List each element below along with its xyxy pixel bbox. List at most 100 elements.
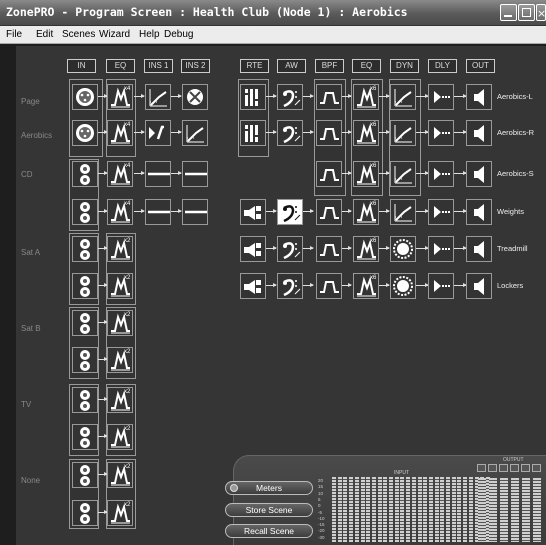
source-block[interactable]: [240, 236, 266, 262]
rca-block[interactable]: [72, 310, 98, 336]
speaker-block[interactable]: [466, 273, 492, 299]
output-select-button[interactable]: [510, 464, 519, 472]
bypass-line-block[interactable]: [145, 161, 171, 187]
delay-block[interactable]: [428, 84, 454, 110]
menu-file[interactable]: File: [6, 29, 22, 40]
bandpass-block[interactable]: [316, 273, 342, 299]
eq-curve-block[interactable]: x6: [353, 199, 379, 225]
output-select-button[interactable]: [532, 464, 541, 472]
bypass-line-block[interactable]: [145, 199, 171, 225]
eq-curve-block[interactable]: x6: [353, 161, 379, 187]
bandpass-block[interactable]: [316, 120, 342, 146]
speaker-block[interactable]: [466, 84, 492, 110]
rca-block[interactable]: [72, 347, 98, 373]
eq-curve-block[interactable]: x6: [353, 273, 379, 299]
menu-scenes[interactable]: Scenes: [62, 29, 95, 40]
output-select-button[interactable]: [488, 464, 497, 472]
delay-block[interactable]: [428, 161, 454, 187]
rca-block[interactable]: [72, 462, 98, 488]
meters-button[interactable]: Meters: [225, 481, 313, 495]
xlr-block[interactable]: [72, 84, 98, 110]
menu-wizard[interactable]: Wizard: [99, 29, 130, 40]
signal-arrow: [379, 246, 390, 250]
eq-curve-block[interactable]: x4: [107, 199, 133, 225]
bass-block[interactable]: [277, 120, 303, 146]
ducker-block[interactable]: [145, 120, 171, 146]
eq-band-count: x2: [124, 426, 131, 432]
maximize-button[interactable]: [518, 4, 535, 21]
rca-block[interactable]: [72, 161, 98, 187]
eq-curve-block[interactable]: x2: [107, 500, 133, 526]
rca-block[interactable]: [72, 500, 98, 526]
signal-arrow: [134, 171, 145, 175]
compressor-block[interactable]: [390, 161, 416, 187]
rca-block[interactable]: [72, 387, 98, 413]
rca-block[interactable]: [72, 199, 98, 225]
eq-curve-block[interactable]: x2: [107, 387, 133, 413]
bass-block[interactable]: [277, 236, 303, 262]
bass-block[interactable]: [277, 84, 303, 110]
eq-curve-block[interactable]: x2: [107, 462, 133, 488]
output-level-meter: [500, 478, 508, 542]
eq-curve-block[interactable]: x2: [107, 424, 133, 450]
rca-block[interactable]: [72, 236, 98, 262]
delay-block[interactable]: [428, 236, 454, 262]
speaker-block[interactable]: [466, 120, 492, 146]
eq-curve-block[interactable]: x2: [107, 273, 133, 299]
bandpass-block[interactable]: [316, 84, 342, 110]
store-scene-button[interactable]: Store Scene: [225, 503, 313, 517]
gate-block[interactable]: [390, 236, 416, 262]
bypass-line-block[interactable]: [182, 161, 208, 187]
delay-block[interactable]: [428, 273, 454, 299]
menu-debug[interactable]: Debug: [164, 29, 193, 40]
menu-edit[interactable]: Edit: [36, 29, 53, 40]
compressor-block[interactable]: [390, 84, 416, 110]
compressor-block[interactable]: [390, 120, 416, 146]
router-block[interactable]: [240, 84, 266, 110]
bandpass-block[interactable]: [316, 236, 342, 262]
compressor-block[interactable]: [145, 84, 171, 110]
output-level-meter: [522, 478, 530, 542]
output-select-button[interactable]: [477, 464, 486, 472]
eq-curve-block[interactable]: x6: [353, 236, 379, 262]
eq-curve-block[interactable]: x4: [107, 120, 133, 146]
header-dly: DLY: [428, 59, 457, 73]
meter-scale-label: 5: [318, 496, 321, 502]
output-select-button[interactable]: [499, 464, 508, 472]
eq-curve-block[interactable]: x4: [107, 161, 133, 187]
speaker-block[interactable]: [466, 161, 492, 187]
signal-arrow: [379, 283, 390, 287]
gate-block[interactable]: [390, 273, 416, 299]
eq-curve-block[interactable]: x2: [107, 310, 133, 336]
xlr-block[interactable]: [72, 120, 98, 146]
bass-block[interactable]: [277, 273, 303, 299]
source-block[interactable]: [240, 273, 266, 299]
bandpass-block[interactable]: [316, 161, 342, 187]
delay-block[interactable]: [428, 120, 454, 146]
speaker-icon: [474, 241, 484, 258]
eq-curve-block[interactable]: x2: [107, 236, 133, 262]
source-block[interactable]: [240, 199, 266, 225]
rca-block[interactable]: [72, 424, 98, 450]
delay-block[interactable]: [428, 199, 454, 225]
close-button[interactable]: ×: [536, 4, 546, 21]
bass-block[interactable]: [277, 199, 303, 225]
eq-curve-block[interactable]: x2: [107, 347, 133, 373]
compressor-block[interactable]: [182, 120, 208, 146]
menu-help[interactable]: Help: [139, 29, 160, 40]
signal-arrow: [98, 171, 108, 175]
eq-curve-block[interactable]: x4: [107, 84, 133, 110]
mute-block[interactable]: [182, 84, 208, 110]
minimize-button[interactable]: [500, 4, 517, 21]
bypass-line-block[interactable]: [182, 199, 208, 225]
bandpass-block[interactable]: [316, 199, 342, 225]
rca-block[interactable]: [72, 273, 98, 299]
eq-curve-block[interactable]: x6: [353, 120, 379, 146]
speaker-block[interactable]: [466, 236, 492, 262]
compressor-block[interactable]: [390, 199, 416, 225]
eq-curve-block[interactable]: x6: [353, 84, 379, 110]
output-select-button[interactable]: [521, 464, 530, 472]
recall-scene-button[interactable]: Recall Scene: [225, 524, 313, 538]
speaker-block[interactable]: [466, 199, 492, 225]
router-block[interactable]: [240, 120, 266, 146]
